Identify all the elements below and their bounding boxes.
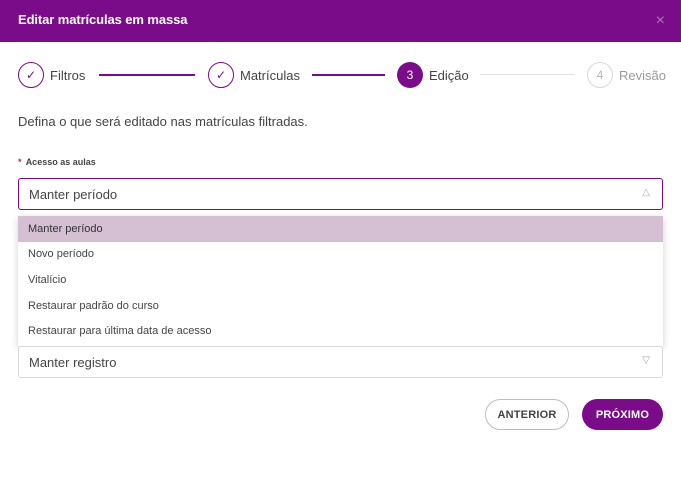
step-filtros[interactable]: ✓ Filtros <box>18 61 85 89</box>
access-select-value: Manter período <box>29 186 118 202</box>
description-text: Defina o que será editado nas matrículas… <box>18 114 308 129</box>
registration-select-value: Manter registro <box>29 354 117 370</box>
access-dropdown: Manter período Novo período Vitalício Re… <box>18 216 663 346</box>
next-button[interactable]: PRÓXIMO <box>582 399 663 430</box>
step-connector <box>480 74 575 75</box>
dropdown-option[interactable]: Restaurar padrão do curso <box>18 293 663 319</box>
step-number: 4 <box>587 62 613 88</box>
access-select[interactable]: Manter período △ <box>18 178 663 210</box>
step-label: Edição <box>429 67 469 83</box>
access-field-label-text: Acesso as aulas <box>25 157 96 167</box>
stepper: ✓ Filtros ✓ Matrículas 3 Edição 4 Revisã… <box>18 61 666 89</box>
dropdown-option[interactable]: Manter período <box>18 216 663 242</box>
step-label: Matrículas <box>240 67 300 83</box>
back-button[interactable]: ANTERIOR <box>485 399 569 430</box>
close-icon[interactable]: × <box>656 11 665 31</box>
dropdown-option[interactable]: Vitalício <box>18 267 663 293</box>
required-mark: * <box>18 157 22 167</box>
access-field-label: * Acesso as aulas <box>18 157 96 167</box>
step-connector <box>312 74 385 76</box>
registration-select[interactable]: Manter registro ▽ <box>18 346 663 378</box>
check-icon: ✓ <box>208 62 234 88</box>
chevron-up-icon: △ <box>642 187 650 198</box>
step-connector <box>99 74 195 76</box>
dropdown-option[interactable]: Novo período <box>18 242 663 268</box>
step-matriculas[interactable]: ✓ Matrículas <box>208 61 300 89</box>
chevron-down-icon: ▽ <box>642 355 650 366</box>
dialog-header: Editar matrículas em massa × <box>0 0 681 42</box>
step-edicao[interactable]: 3 Edição <box>397 61 469 89</box>
step-revisao[interactable]: 4 Revisão <box>587 61 666 89</box>
dropdown-option[interactable]: Restaurar para última data de acesso <box>18 318 663 344</box>
dialog-title: Editar matrículas em massa <box>18 12 188 27</box>
step-label: Filtros <box>50 67 86 83</box>
step-number: 3 <box>397 62 423 88</box>
check-icon: ✓ <box>18 62 44 88</box>
step-label: Revisão <box>619 67 666 83</box>
